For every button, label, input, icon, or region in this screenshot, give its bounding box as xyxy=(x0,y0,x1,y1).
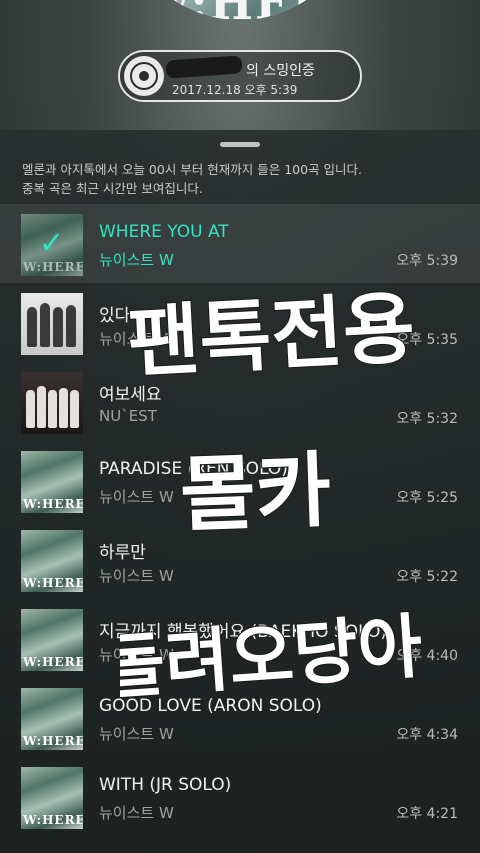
album-thumbnail: W:HERE xyxy=(21,767,83,829)
notice-line-1: 멜론과 아지톡에서 오늘 00시 부터 현재까지 들은 100곡 입니다. xyxy=(22,162,363,177)
album-thumbnail: W:HERE xyxy=(21,451,83,513)
album-thumbnail xyxy=(21,293,83,355)
song-artist: 뉴이스트 W xyxy=(99,567,174,585)
album-thumbnail-text: W:HERE xyxy=(23,813,83,827)
song-row[interactable]: W:HERE PARADISE (REN SOLO) 뉴이스트 W 오후 5:2… xyxy=(0,441,480,520)
song-artist: 뉴이스트 W xyxy=(99,251,174,269)
checkmark-icon: ✓ xyxy=(21,214,83,276)
streaming-datetime: 2017.12.18 오후 5:39 xyxy=(172,83,298,97)
drag-handle[interactable] xyxy=(220,142,260,147)
song-row[interactable]: W:HERE 하루만 뉴이스트 W 오후 5:22 xyxy=(0,520,480,599)
notice-line-2: 중복 곡은 최근 시간만 보여집니다. xyxy=(22,181,203,196)
song-time: 오후 5:32 xyxy=(396,411,458,427)
album-thumbnail-text: W:HERE xyxy=(23,734,83,748)
notice-text: 멜론과 아지톡에서 오늘 00시 부터 현재까지 들은 100곡 입니다. 중복… xyxy=(22,160,462,198)
redaction-scribble xyxy=(165,55,243,79)
album-thumbnail xyxy=(21,372,83,434)
song-artist: 뉴이스트 W xyxy=(99,488,174,506)
album-thumbnail: W:HERE ✓ xyxy=(21,214,83,276)
song-time: 오후 5:39 xyxy=(396,253,458,269)
song-title: WITH (JR SOLO) xyxy=(99,775,232,795)
song-time: 오후 4:40 xyxy=(396,648,458,664)
song-time: 오후 5:35 xyxy=(396,332,458,348)
song-title: WHERE YOU AT xyxy=(99,222,229,242)
song-artist: 뉴이스트 W xyxy=(99,725,174,743)
song-title: 지금까지 행복했어요 (BAEKHO SOLO) xyxy=(99,622,387,642)
album-thumbnail: W:HERE xyxy=(21,688,83,750)
album-cover-top: W:HERE xyxy=(120,0,360,20)
song-title: GOOD LOVE (ARON SOLO) xyxy=(99,696,322,716)
album-cover-title: W:HERE xyxy=(140,0,360,20)
album-thumbnail-text: W:HERE xyxy=(23,497,83,511)
song-title: 하루만 xyxy=(99,543,146,563)
song-time: 오후 5:22 xyxy=(396,569,458,585)
song-artist: 뉴이스트 W xyxy=(99,330,174,348)
album-thumbnail: W:HERE xyxy=(21,530,83,592)
vinyl-disc-icon xyxy=(124,56,164,96)
song-title: 있다 xyxy=(99,306,131,326)
song-row[interactable]: W:HERE GOOD LOVE (ARON SOLO) 뉴이스트 W 오후 4… xyxy=(0,678,480,757)
song-row[interactable]: W:HERE WITH (JR SOLO) 뉴이스트 W 오후 4:21 xyxy=(0,757,480,836)
song-row[interactable]: W:HERE ✓ WHERE YOU AT 뉴이스트 W 오후 5:39 xyxy=(0,204,480,283)
album-thumbnail: W:HERE xyxy=(21,609,83,671)
album-thumbnail-text: W:HERE xyxy=(23,576,83,590)
album-thumbnail-text: W:HERE xyxy=(23,655,83,669)
song-time: 오후 4:21 xyxy=(396,806,458,822)
song-title: 여보세요 xyxy=(99,385,162,405)
streaming-label: 의 스밍인증 xyxy=(246,63,315,79)
song-time: 오후 4:34 xyxy=(396,727,458,743)
song-title: PARADISE (REN SOLO) xyxy=(99,459,288,479)
song-row[interactable]: 있다 뉴이스트 W 오후 5:35 xyxy=(0,283,480,362)
song-artist: NU`EST xyxy=(99,407,157,425)
song-row[interactable]: W:HERE 지금까지 행복했어요 (BAEKHO SOLO) 뉴이스트 W 오… xyxy=(0,599,480,678)
streaming-certification-badge[interactable]: 의 스밍인증 2017.12.18 오후 5:39 xyxy=(118,50,362,102)
song-time: 오후 5:25 xyxy=(396,490,458,506)
song-list: W:HERE ✓ WHERE YOU AT 뉴이스트 W 오후 5:39 있다 … xyxy=(0,204,480,836)
song-artist: 뉴이스트 W xyxy=(99,804,174,822)
song-artist: 뉴이스트 W xyxy=(99,646,174,664)
song-row[interactable]: 여보세요 NU`EST 오후 5:32 xyxy=(0,362,480,441)
